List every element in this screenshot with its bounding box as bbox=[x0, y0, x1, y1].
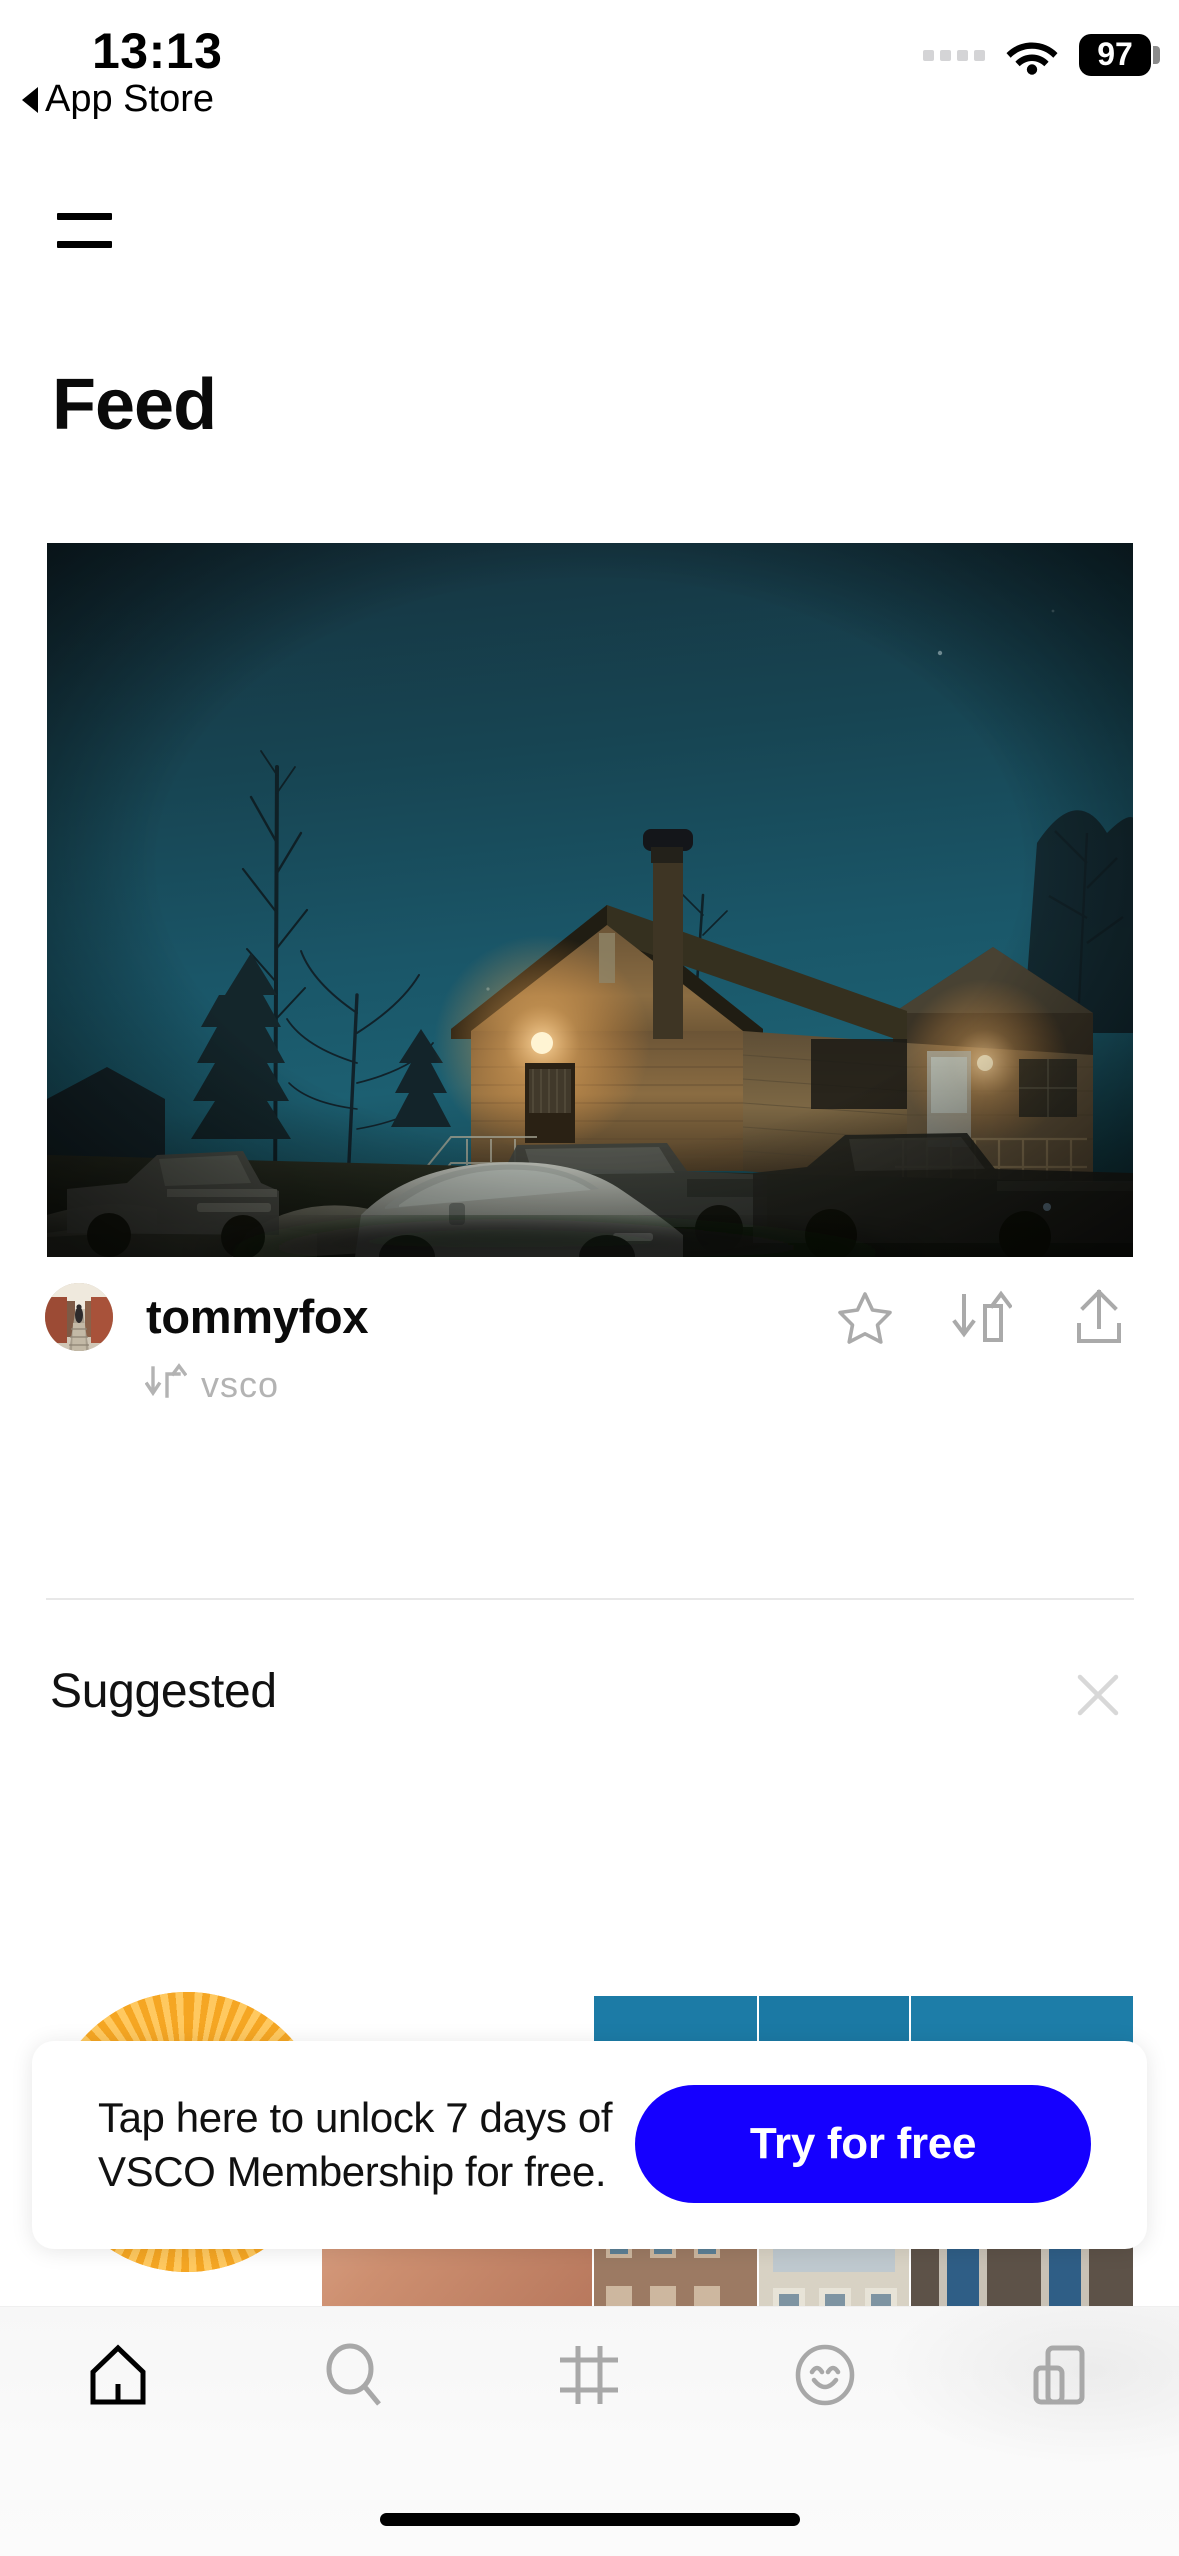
cellular-dots-icon bbox=[923, 49, 985, 61]
tab-spaces[interactable] bbox=[943, 2307, 1179, 2447]
repost-button[interactable] bbox=[942, 1278, 1022, 1358]
close-x-icon[interactable] bbox=[1063, 1660, 1133, 1730]
smiley-icon bbox=[792, 2342, 858, 2413]
triangle-left-icon bbox=[22, 86, 38, 113]
tab-profile[interactable] bbox=[707, 2307, 943, 2447]
status-bar-time: 13:13 bbox=[92, 23, 223, 79]
try-for-free-button[interactable]: Try for free bbox=[635, 2085, 1091, 2203]
promo-line-2: VSCO Membership for free. bbox=[98, 2147, 607, 2195]
status-bar: 13:13 App Store 97 bbox=[0, 0, 1179, 160]
post-username[interactable]: tommyfox bbox=[146, 1289, 368, 1344]
post-image[interactable] bbox=[47, 543, 1133, 1257]
back-to-app-store-button[interactable]: App Store bbox=[22, 78, 214, 121]
post-meta-row: tommyfox vsco bbox=[0, 1270, 1179, 1450]
promo-line-1: Tap here to unlock 7 days of bbox=[98, 2094, 613, 2141]
avatar[interactable] bbox=[45, 1283, 113, 1351]
post-action-bar bbox=[825, 1278, 1139, 1358]
bottom-tab-bar bbox=[0, 2306, 1179, 2556]
share-button[interactable] bbox=[1059, 1278, 1139, 1358]
page-title: Feed bbox=[52, 365, 217, 445]
suggested-header: Suggested bbox=[0, 1660, 1179, 1750]
crop-frame-icon bbox=[556, 2342, 622, 2413]
battery-badge: 97 bbox=[1079, 34, 1151, 76]
back-label: App Store bbox=[45, 78, 214, 120]
status-bar-indicators: 97 bbox=[923, 28, 1151, 82]
repost-attribution[interactable]: vsco bbox=[144, 1363, 280, 1406]
favorite-button[interactable] bbox=[825, 1278, 905, 1358]
tab-search[interactable] bbox=[236, 2307, 472, 2447]
wifi-icon bbox=[1005, 35, 1059, 75]
tab-studio[interactable] bbox=[472, 2307, 708, 2447]
section-divider bbox=[46, 1598, 1134, 1600]
suggested-title: Suggested bbox=[50, 1665, 277, 1718]
membership-promo-banner[interactable]: Tap here to unlock 7 days of VSCO Member… bbox=[32, 2041, 1147, 2249]
home-indicator bbox=[379, 2513, 800, 2526]
hamburger-menu-icon[interactable] bbox=[57, 206, 113, 250]
repost-source-label: vsco bbox=[201, 1363, 280, 1405]
tab-home[interactable] bbox=[0, 2307, 236, 2447]
vsco-feed-screen: 13:13 App Store 97 Feed tommyfox vsco Su… bbox=[0, 0, 1179, 2556]
search-icon bbox=[321, 2342, 387, 2413]
repost-icon bbox=[144, 1363, 188, 1406]
promo-text: Tap here to unlock 7 days of VSCO Member… bbox=[98, 2091, 718, 2199]
home-icon bbox=[85, 2342, 151, 2413]
spaces-bars-icon bbox=[1028, 2342, 1094, 2413]
